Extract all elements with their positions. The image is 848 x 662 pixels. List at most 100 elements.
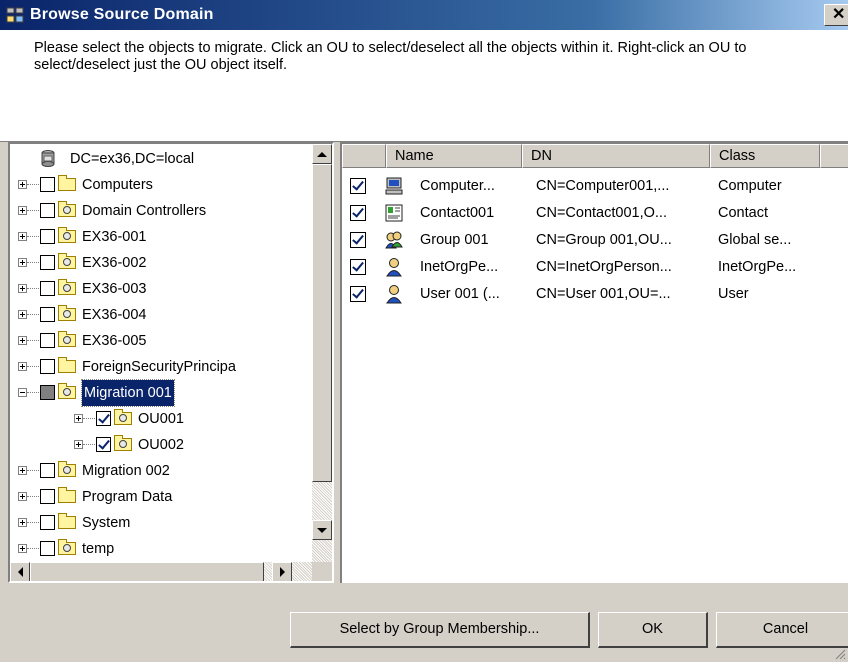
tree-item[interactable]: Migration 002 [10,458,312,484]
tree-item-checkbox[interactable] [40,489,55,504]
tree-horizontal-scrollbar[interactable] [10,562,312,581]
resize-grip-icon[interactable] [834,648,846,660]
scroll-left-button[interactable] [10,562,30,581]
select-by-group-membership-button[interactable]: Select by Group Membership... [290,612,590,648]
tree-item-label: Migration 002 [82,463,170,479]
scroll-right-button[interactable] [272,562,292,581]
tree-item-checkbox[interactable] [40,541,55,556]
tree-item[interactable]: EX36-004 [10,302,312,328]
ou-tree-panel[interactable]: DC=ex36,DC=local Computers Domain Control… [8,142,334,583]
scroll-down-button[interactable] [312,520,332,540]
expand-icon[interactable] [18,518,27,527]
group-icon [385,231,403,249]
tree-item[interactable]: temp [10,536,312,562]
row-checkbox[interactable] [350,205,366,221]
tree-item-checkbox[interactable] [40,229,55,244]
tree-item[interactable]: EX36-005 [10,328,312,354]
tree-connector [27,314,39,316]
ou-icon [114,409,132,425]
folder-icon [58,513,76,529]
list-row[interactable]: Group 001 CN=Group 001,OU... Global se... [342,227,848,254]
list-row[interactable]: User 001 (... CN=User 001,OU=... User [342,281,848,308]
tree-hscroll-thumb[interactable] [30,562,264,581]
expand-icon[interactable] [18,232,27,241]
folder-icon [58,175,76,191]
expand-icon[interactable] [18,284,27,293]
tree-connector [27,236,39,238]
row-checkbox[interactable] [350,286,366,302]
expand-icon[interactable] [18,544,27,553]
tree-item[interactable]: Computers [10,172,312,198]
tree-vertical-scrollbar[interactable] [312,144,332,562]
tree-item-checkbox[interactable] [40,255,55,270]
ok-button[interactable]: OK [598,612,708,648]
expand-icon[interactable] [18,492,27,501]
ou-icon [58,539,76,555]
row-class: Global se... [718,232,792,248]
tree-item-checkbox[interactable] [40,307,55,322]
row-class: Computer [718,178,782,194]
chevron-right-icon [280,567,290,577]
tree-scroll-thumb[interactable] [312,164,332,482]
tree-item-checkbox[interactable] [40,333,55,348]
tree-item[interactable]: Migration 001 [10,379,312,407]
column-header-name[interactable]: Name [386,144,522,168]
expand-icon[interactable] [18,336,27,345]
tree-connector [27,548,39,550]
tree-item[interactable]: System [10,510,312,536]
column-header-check[interactable] [342,144,386,168]
ou-icon [58,201,76,217]
column-header-class[interactable]: Class [710,144,820,168]
list-row[interactable]: Contact001 CN=Contact001,O... Contact [342,200,848,227]
ou-glyph [63,336,71,344]
tree-item[interactable]: EX36-001 [10,224,312,250]
expand-icon[interactable] [18,258,27,267]
row-checkbox[interactable] [350,232,366,248]
row-name: Computer... [420,178,495,194]
tree-connector [27,184,39,186]
expand-icon[interactable] [74,440,83,449]
objects-list-panel[interactable]: Name DN Class Computer... CN=Computer001,… [340,142,848,583]
title-bar: Browse Source Domain ✕ [0,0,848,30]
expand-icon[interactable] [18,362,27,371]
tree-item[interactable]: OU002 [10,432,312,458]
tree-item[interactable]: ForeignSecurityPrincipa [10,354,312,380]
tree-item[interactable]: OU001 [10,406,312,432]
tree-item-checkbox[interactable] [40,515,55,530]
cancel-button[interactable]: Cancel [716,612,848,648]
tree-item-checkbox[interactable] [96,411,111,426]
folder-icon [58,487,76,503]
tree-item[interactable]: EX36-002 [10,250,312,276]
collapse-icon[interactable] [18,388,27,397]
tree-item[interactable]: EX36-003 [10,276,312,302]
expand-icon[interactable] [18,310,27,319]
tree-item-checkbox[interactable] [96,437,111,452]
tree-item-checkbox[interactable] [40,177,55,192]
ou-glyph [63,258,71,266]
tree-item-checkbox[interactable] [40,385,55,400]
close-button[interactable]: ✕ [824,4,848,26]
column-header-dn[interactable]: DN [522,144,710,168]
row-dn: CN=Computer001,... [536,178,670,194]
ou-icon [58,253,76,269]
tree-item-checkbox[interactable] [40,463,55,478]
expand-icon[interactable] [18,206,27,215]
expand-icon[interactable] [18,466,27,475]
scroll-up-button[interactable] [312,144,332,164]
tree-root[interactable]: DC=ex36,DC=local [10,146,312,172]
tree-item-checkbox[interactable] [40,359,55,374]
tree-item-checkbox[interactable] [40,203,55,218]
tree-item-checkbox[interactable] [40,281,55,296]
ou-tree[interactable]: DC=ex36,DC=local Computers Domain Control… [10,144,312,562]
expand-icon[interactable] [18,180,27,189]
tree-item[interactable]: Domain Controllers [10,198,312,224]
row-class: Contact [718,205,768,221]
row-checkbox[interactable] [350,259,366,275]
list-row[interactable]: InetOrgPe... CN=InetOrgPerson... InetOrgPe… [342,254,848,281]
list-row[interactable]: Computer... CN=Computer001,... Computer [342,173,848,200]
ou-glyph [63,232,71,240]
row-checkbox[interactable] [350,178,366,194]
tree-item[interactable]: Program Data [10,484,312,510]
expand-icon[interactable] [74,414,83,423]
row-dn: CN=InetOrgPerson... [536,259,672,275]
